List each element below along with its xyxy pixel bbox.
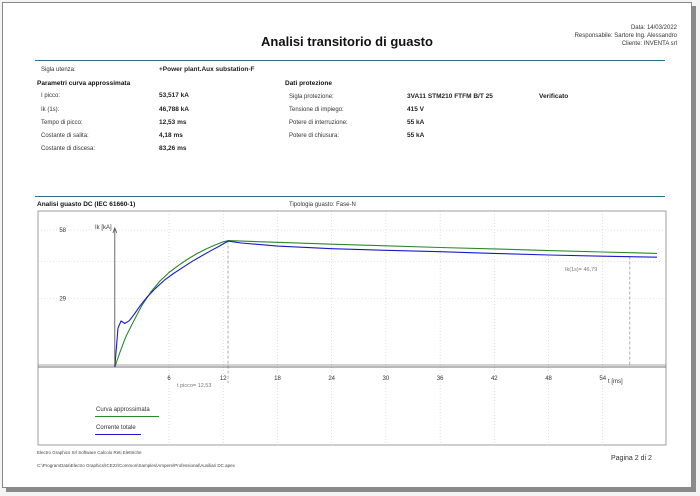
- x-tick-label: 30: [383, 376, 390, 382]
- x-tick-label: 54: [599, 376, 606, 382]
- x-tick-label: 42: [491, 376, 498, 382]
- legend-swatch-approx: [95, 416, 159, 417]
- y-tick-label: 58: [59, 228, 66, 234]
- chart-guides: [227, 240, 631, 383]
- footer-path: C:\ProgramData\Electro Graphics\ICE22\Co…: [37, 463, 235, 468]
- x-tick-label: 24: [328, 376, 335, 382]
- x-tick-label: 12: [220, 376, 227, 382]
- legend-swatch-total: [95, 434, 141, 435]
- x-axis-label: t [ms]: [608, 379, 623, 385]
- peak-annotation: t picco= 12,53: [177, 383, 211, 389]
- ik-annotation: Ik(1s)= 46,79: [565, 267, 597, 273]
- page-number: Pagina 2 di 2: [611, 455, 652, 462]
- x-tick-label: 48: [545, 376, 552, 382]
- legend-item-total: Corrente totale: [96, 425, 136, 431]
- x-tick-label: 6: [167, 376, 171, 382]
- legend-item-approx: Curva approssimata: [96, 407, 150, 413]
- y-axis-label: Ik [kA]: [95, 225, 112, 231]
- x-tick-label: 36: [437, 376, 444, 382]
- y-tick-label: 29: [59, 297, 66, 303]
- report-page: Analisi transitorio di guasto Data: 14/0…: [2, 2, 692, 488]
- x-tick-label: 18: [274, 376, 281, 382]
- footer-software: Electro Graphics Srl Software Calcolo Re…: [37, 450, 142, 455]
- fault-current-chart: 58 29 6 12 18 24 30 36 42 48 54 Ik [kA] t [ms] t p…: [37, 210, 667, 446]
